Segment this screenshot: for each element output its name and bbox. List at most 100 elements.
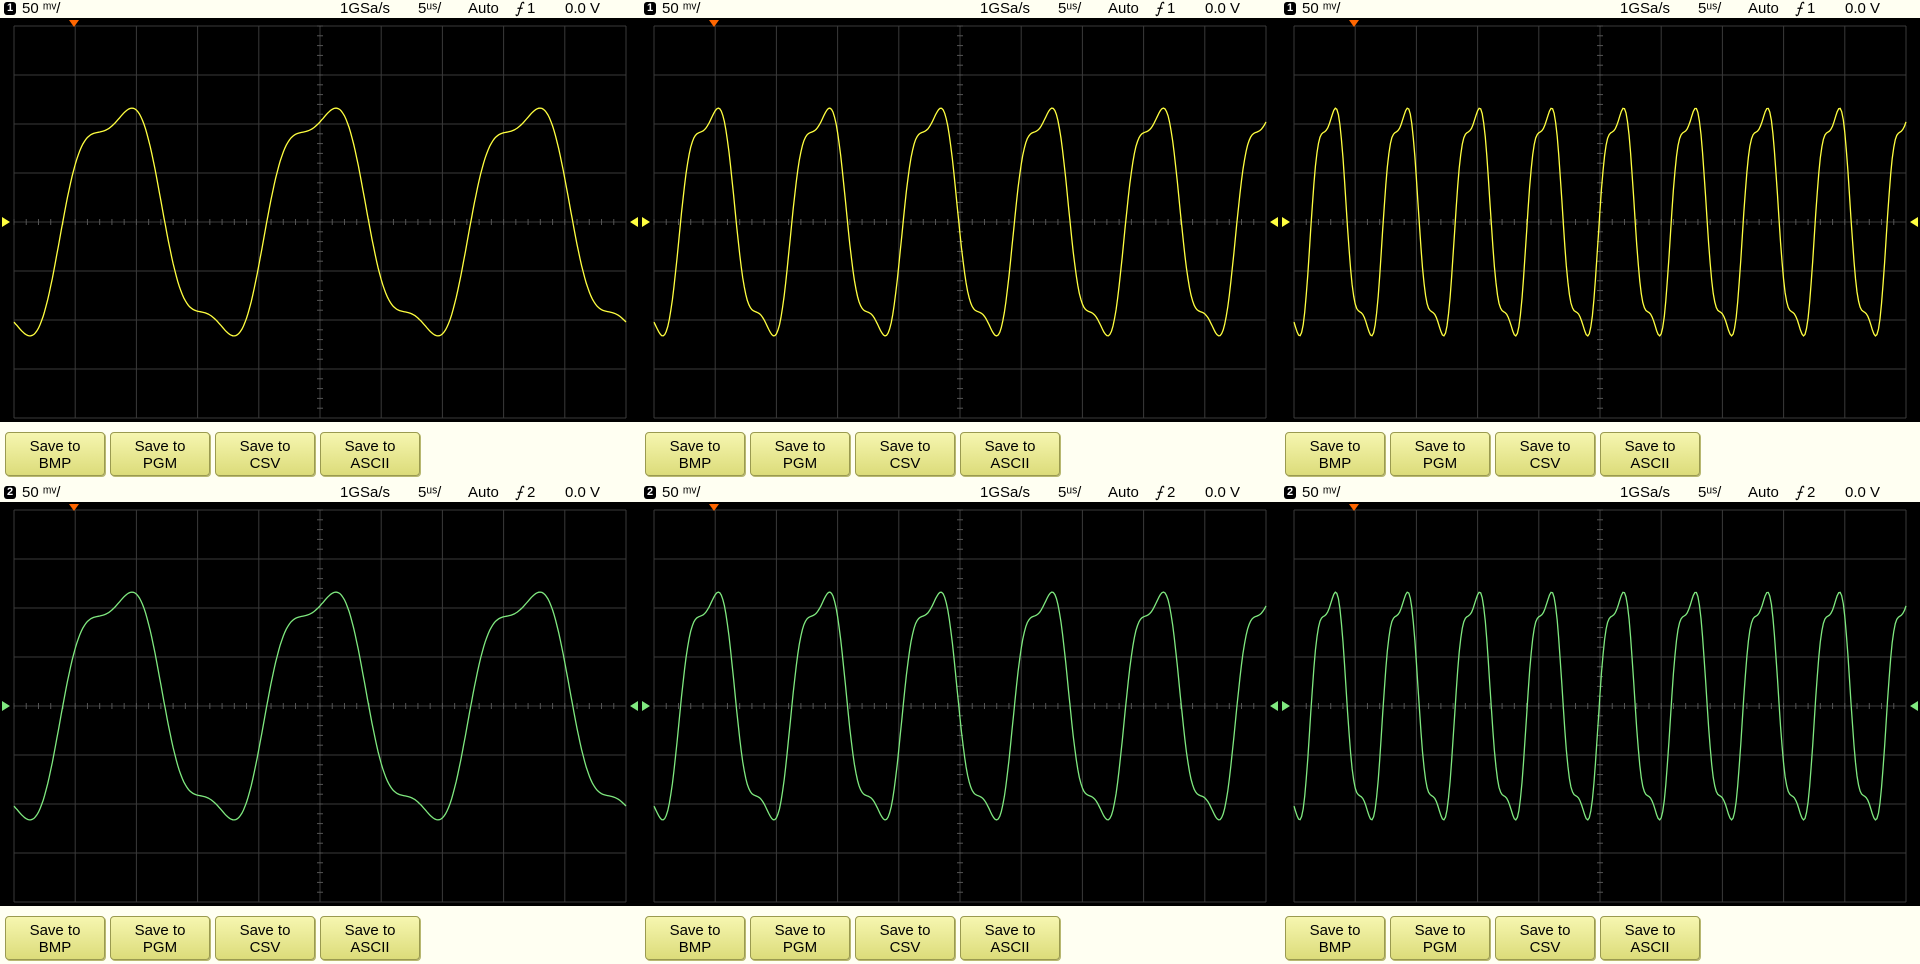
button-label-line1: Save to — [1414, 922, 1466, 939]
volts-per-div[interactable]: 50 ᵐᵛ/ — [1302, 484, 1340, 501]
save-to-ascii-button[interactable]: Save to ASCII — [960, 916, 1060, 960]
button-label-line2: BMP — [38, 939, 72, 956]
sample-rate: 1GSa/s — [1620, 484, 1671, 501]
trigger-level[interactable]: 0.0 V — [1205, 484, 1240, 501]
save-to-csv-button[interactable]: Save to CSV — [855, 432, 955, 476]
graticule — [1293, 25, 1907, 419]
save-to-bmp-button[interactable]: Save to BMP — [5, 916, 105, 960]
status-bar: 2 50 ᵐᵛ/1GSa/s 5ᵘˢ/Auto ⨍ 2 0.0 V — [640, 484, 1280, 502]
trigger-level-icon[interactable] — [1270, 217, 1278, 227]
save-to-csv-button[interactable]: Save to CSV — [215, 916, 315, 960]
waveform-display[interactable] — [0, 502, 640, 906]
time-per-div[interactable]: 5ᵘˢ/ — [1058, 0, 1081, 17]
trigger-mode[interactable]: Auto — [468, 0, 499, 17]
save-to-bmp-button[interactable]: Save to BMP — [1285, 916, 1385, 960]
button-label-line2: CSV — [249, 455, 281, 472]
scope-panel-top-left: 1 50 ᵐᵛ/1GSa/s 5ᵘˢ/Auto ⨍ 1 0.0 V Save to BMP Sa… — [0, 0, 640, 480]
button-label-line2: PGM — [1422, 939, 1458, 956]
save-to-ascii-button[interactable]: Save to ASCII — [1600, 432, 1700, 476]
waveform-display[interactable] — [640, 18, 1280, 422]
save-to-ascii-button[interactable]: Save to ASCII — [320, 916, 420, 960]
trigger-mode[interactable]: Auto — [1748, 484, 1779, 501]
time-per-div[interactable]: 5ᵘˢ/ — [1698, 484, 1721, 501]
status-bar: 2 50 ᵐᵛ/1GSa/s 5ᵘˢ/Auto ⨍ 2 0.0 V — [0, 484, 640, 502]
graticule — [653, 509, 1267, 903]
waveform-svg — [1282, 504, 1918, 903]
save-to-csv-button[interactable]: Save to CSV — [215, 432, 315, 476]
trigger-level-icon[interactable] — [1910, 217, 1918, 227]
save-to-ascii-button[interactable]: Save to ASCII — [320, 432, 420, 476]
trigger-mode[interactable]: Auto — [468, 484, 499, 501]
trigger-mode[interactable]: Auto — [1748, 0, 1779, 17]
sample-rate: 1GSa/s — [980, 484, 1031, 501]
save-to-bmp-button[interactable]: Save to BMP — [1285, 432, 1385, 476]
ground-level-icon[interactable] — [2, 701, 10, 711]
save-to-csv-button[interactable]: Save to CSV — [1495, 432, 1595, 476]
waveform-display[interactable] — [1280, 502, 1920, 906]
button-label-line2: CSV — [1529, 455, 1561, 472]
time-per-div[interactable]: 5ᵘˢ/ — [1058, 484, 1081, 501]
trigger-channel: 2 — [527, 484, 536, 501]
waveform-svg — [642, 20, 1278, 419]
button-label-line2: BMP — [678, 455, 712, 472]
save-to-pgm-button[interactable]: Save to PGM — [110, 432, 210, 476]
trigger-level-icon[interactable] — [1910, 701, 1918, 711]
trigger-level-icon[interactable] — [630, 701, 638, 711]
volts-per-div[interactable]: 50 ᵐᵛ/ — [22, 484, 60, 501]
waveform-display[interactable] — [1280, 18, 1920, 422]
waveform-display[interactable] — [640, 502, 1280, 906]
ground-level-icon[interactable] — [1282, 701, 1290, 711]
channel-badge: 1 — [644, 2, 656, 15]
trigger-channel: 2 — [1167, 484, 1176, 501]
button-label-line1: Save to — [1624, 922, 1676, 939]
graticule — [13, 509, 627, 903]
trigger-level-icon[interactable] — [630, 217, 638, 227]
ground-level-icon[interactable] — [2, 217, 10, 227]
trigger-channel: 1 — [527, 0, 536, 17]
waveform-display[interactable] — [0, 18, 640, 422]
save-to-csv-button[interactable]: Save to CSV — [855, 916, 955, 960]
trigger-level[interactable]: 0.0 V — [1205, 0, 1240, 17]
save-to-ascii-button[interactable]: Save to ASCII — [1600, 916, 1700, 960]
button-label-line1: Save to — [984, 438, 1036, 455]
time-per-div[interactable]: 5ᵘˢ/ — [418, 484, 441, 501]
button-label-line2: ASCII — [1630, 455, 1670, 472]
save-to-bmp-button[interactable]: Save to BMP — [645, 916, 745, 960]
trigger-channel: 2 — [1807, 484, 1816, 501]
time-per-div[interactable]: 5ᵘˢ/ — [418, 0, 441, 17]
channel-badge: 2 — [644, 486, 656, 499]
save-to-pgm-button[interactable]: Save to PGM — [1390, 432, 1490, 476]
save-to-bmp-button[interactable]: Save to BMP — [5, 432, 105, 476]
button-label-line2: ASCII — [350, 455, 390, 472]
button-label-line2: ASCII — [350, 939, 390, 956]
volts-per-div[interactable]: 50 ᵐᵛ/ — [662, 0, 700, 17]
ground-level-icon[interactable] — [1282, 217, 1290, 227]
save-to-pgm-button[interactable]: Save to PGM — [750, 432, 850, 476]
trigger-mode[interactable]: Auto — [1108, 484, 1139, 501]
volts-per-div[interactable]: 50 ᵐᵛ/ — [1302, 0, 1340, 17]
save-to-pgm-button[interactable]: Save to PGM — [750, 916, 850, 960]
button-label-line2: CSV — [1529, 939, 1561, 956]
time-per-div[interactable]: 5ᵘˢ/ — [1698, 0, 1721, 17]
save-to-pgm-button[interactable]: Save to PGM — [110, 916, 210, 960]
trigger-level[interactable]: 0.0 V — [565, 0, 600, 17]
save-to-ascii-button[interactable]: Save to ASCII — [960, 432, 1060, 476]
volts-per-div[interactable]: 50 ᵐᵛ/ — [22, 0, 60, 17]
scope-panel-bottom-left: 2 50 ᵐᵛ/1GSa/s 5ᵘˢ/Auto ⨍ 2 0.0 V Save to BMP Sa… — [0, 484, 640, 964]
button-label-line1: Save to — [669, 438, 721, 455]
save-to-bmp-button[interactable]: Save to BMP — [645, 432, 745, 476]
trigger-mode[interactable]: Auto — [1108, 0, 1139, 17]
ground-level-icon[interactable] — [642, 217, 650, 227]
graticule — [653, 25, 1267, 419]
button-label-line1: Save to — [1309, 438, 1361, 455]
button-label-line2: BMP — [1318, 939, 1352, 956]
trigger-level[interactable]: 0.0 V — [1845, 0, 1880, 17]
save-to-pgm-button[interactable]: Save to PGM — [1390, 916, 1490, 960]
trigger-level[interactable]: 0.0 V — [1845, 484, 1880, 501]
save-to-csv-button[interactable]: Save to CSV — [1495, 916, 1595, 960]
trigger-level[interactable]: 0.0 V — [565, 484, 600, 501]
ground-level-icon[interactable] — [642, 701, 650, 711]
volts-per-div[interactable]: 50 ᵐᵛ/ — [662, 484, 700, 501]
trigger-level-icon[interactable] — [1270, 701, 1278, 711]
button-label-line1: Save to — [879, 438, 931, 455]
